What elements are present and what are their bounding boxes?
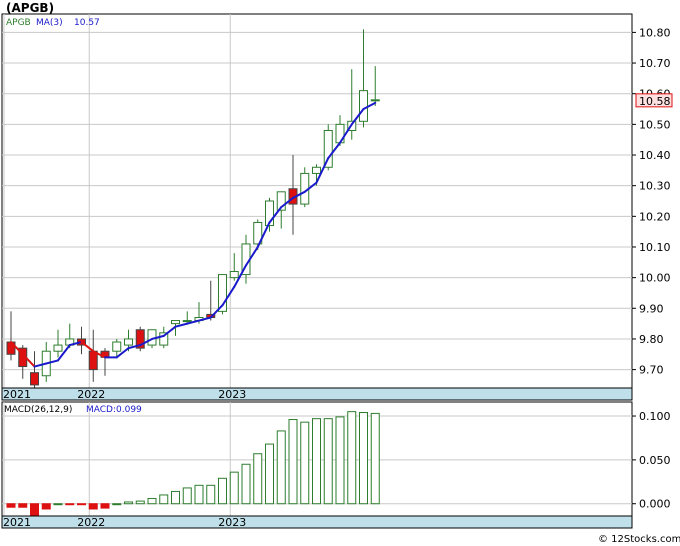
watermark: © 12Stocks.com — [598, 534, 680, 545]
candlestick — [135, 326, 145, 352]
macd-bar — [159, 494, 169, 505]
last-price-label: 10.58 — [639, 95, 671, 108]
macd-bar — [229, 471, 239, 505]
macd-legend-value: MACD:0.099 — [86, 405, 142, 415]
macd-legend-params: MACD(26,12,9) — [4, 405, 72, 415]
macd-bar — [265, 443, 274, 505]
legend-ma-value: 10.57 — [74, 18, 100, 28]
macd-x-label: 2023 — [218, 516, 246, 529]
macd-bar — [88, 503, 98, 510]
stock-chart: (APGB) 9.70 9.80 9.90 10.00 10.10 10.20 10.30 1… — [0, 0, 680, 546]
macd-x-label: 2022 — [77, 516, 105, 529]
macd-bar — [100, 503, 110, 509]
macd-bar — [347, 411, 357, 505]
legend-ma-label: MA(3) — [36, 18, 63, 28]
candle-body — [171, 320, 180, 325]
price-panel: 9.70 9.80 9.90 10.00 10.10 10.20 10.30 10.40 10.… — [1, 13, 673, 401]
candle-body — [359, 90, 368, 122]
macd-tick-label: 0.050 — [639, 454, 671, 467]
macd-bar — [65, 503, 75, 506]
price-tick-label: 10.10 — [639, 241, 671, 254]
macd-bar — [288, 419, 298, 505]
candle-body — [112, 341, 122, 352]
macd-bar — [359, 412, 368, 505]
candlestick — [300, 167, 310, 208]
macd-bar — [41, 503, 51, 510]
candle-body — [124, 338, 133, 346]
chart-title: (APGB) — [6, 1, 54, 15]
macd-bar — [112, 503, 122, 506]
macd-bar — [323, 418, 333, 505]
chart-canvas: (APGB) 9.70 9.80 9.90 10.00 10.10 10.20 10.30 1… — [0, 0, 680, 546]
price-x-label: 2022 — [77, 388, 105, 401]
price-x-label: 2023 — [218, 388, 246, 401]
price-x-label: 2021 — [3, 388, 31, 401]
macd-tick-label: 0.100 — [639, 410, 671, 423]
macd-bar — [147, 497, 157, 505]
macd-bar — [206, 484, 216, 505]
price-legend: APGB MA(3) 10.57 — [6, 18, 100, 28]
price-tick-label: 10.40 — [639, 149, 671, 162]
macd-bar — [241, 463, 251, 505]
macd-bar — [312, 418, 321, 505]
price-tick-label: 9.90 — [639, 302, 664, 315]
macd-bar — [370, 412, 380, 505]
legend-ticker: APGB — [6, 18, 31, 28]
macd-tick-label: 0.000 — [639, 498, 671, 511]
macd-bar — [182, 487, 192, 505]
macd-bar — [218, 477, 227, 505]
candle-body — [312, 166, 321, 174]
candle-body — [370, 99, 380, 102]
macd-x-label: 2021 — [3, 516, 31, 529]
macd-bar — [335, 416, 345, 505]
price-tick-label: 10.70 — [639, 57, 671, 70]
macd-bar — [253, 453, 263, 505]
price-tick-label: 10.20 — [639, 210, 671, 223]
macd-bar — [276, 430, 286, 505]
price-tick-label: 10.80 — [639, 26, 671, 39]
macd-bar — [124, 501, 133, 505]
candle-body — [30, 372, 39, 386]
candle-body — [88, 350, 98, 371]
macd-bar — [6, 503, 16, 508]
price-panel-frame — [1, 13, 633, 389]
macd-bar — [53, 503, 63, 506]
macd-bar — [77, 503, 86, 506]
macd-bar — [300, 421, 310, 505]
candle-body — [53, 344, 63, 352]
last-price-marker: 10.58 — [635, 93, 673, 108]
macd-bar — [30, 503, 39, 516]
price-tick-label: 10.00 — [639, 272, 671, 285]
macd-bar — [135, 500, 145, 505]
price-tick-label: 10.50 — [639, 118, 671, 131]
price-tick-label: 9.80 — [639, 333, 664, 346]
macd-panel: 0.000 0.050 0.100 2021 2022 2023 MACD(26,12,… — [1, 401, 671, 529]
price-tick-label: 10.30 — [639, 180, 671, 193]
macd-bar — [171, 490, 180, 505]
candle-body — [182, 320, 192, 323]
candle-body — [229, 271, 239, 279]
price-tick-label: 9.70 — [639, 364, 664, 377]
macd-bar — [194, 484, 204, 505]
macd-bar — [18, 503, 28, 508]
